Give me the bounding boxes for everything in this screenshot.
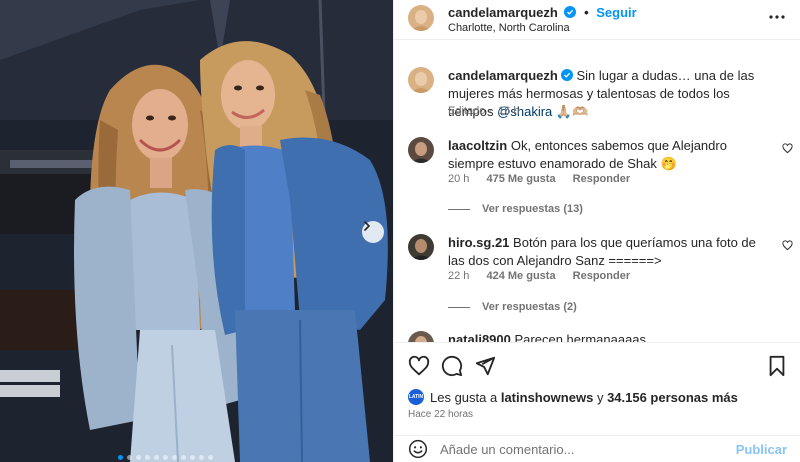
commenter-username[interactable]: hiro.sg.21	[448, 235, 509, 250]
view-replies-button[interactable]: Ver respuestas (2)	[448, 301, 577, 313]
comment-text: Parecen hermanaaaas	[514, 332, 647, 342]
like-comment-heart-icon[interactable]	[782, 143, 793, 154]
follow-button[interactable]: Seguir	[596, 5, 636, 20]
carousel-dot	[145, 455, 150, 460]
carousel-dot	[181, 455, 186, 460]
emoji-icon[interactable]	[408, 439, 428, 459]
publish-button[interactable]: Publicar	[736, 442, 787, 457]
dot-separator: ·	[485, 105, 496, 117]
chevron-right-icon	[364, 221, 371, 231]
author-avatar[interactable]	[408, 67, 434, 93]
comment-icon[interactable]	[441, 355, 463, 377]
share-icon[interactable]	[474, 355, 496, 377]
carousel-dots	[118, 455, 213, 460]
post-photo[interactable]	[0, 0, 393, 462]
commenter-username[interactable]: laacoltzin	[448, 138, 507, 153]
carousel-dot	[118, 455, 123, 460]
caption-emoji: 🙏🏼🫶🏼	[555, 104, 589, 119]
author-avatar[interactable]	[408, 5, 434, 31]
verified-icon	[560, 69, 573, 81]
post-panel: candelamarquezh • Seguir Charlotte, Nort…	[393, 0, 800, 462]
likes-count[interactable]: 34.156 personas más	[607, 390, 738, 405]
next-photo-button[interactable]	[362, 221, 384, 243]
caption-time[interactable]: 16 h	[498, 105, 519, 117]
author-username[interactable]: candelamarquezh	[448, 5, 558, 20]
reply-button[interactable]: Responder	[573, 270, 630, 282]
view-replies-button[interactable]: Ver respuestas (13)	[448, 203, 583, 215]
bookmark-icon[interactable]	[766, 355, 788, 377]
likes-summary[interactable]: LATIN Les gusta a latinshownews y 34.156…	[408, 389, 738, 405]
more-options-icon[interactable]	[768, 10, 786, 24]
carousel-dot	[190, 455, 195, 460]
post-time[interactable]: Hace 22 horas	[408, 409, 473, 420]
comment-time[interactable]: 22 h	[448, 270, 469, 282]
carousel-dot	[136, 455, 141, 460]
commenter-avatar[interactable]	[408, 234, 434, 260]
carousel-dot	[154, 455, 159, 460]
verified-icon	[564, 6, 577, 18]
commenter-avatar[interactable]	[408, 331, 434, 342]
comment-likes[interactable]: 475 Me gusta	[486, 173, 555, 185]
carousel-dot	[127, 455, 132, 460]
like-comment-heart-icon[interactable]	[782, 240, 793, 251]
commenter-username[interactable]: natali8900	[448, 332, 511, 342]
location[interactable]: Charlotte, North Carolina	[448, 22, 570, 34]
commenter-avatar[interactable]	[408, 137, 434, 163]
add-comment-bar: Publicar	[394, 435, 800, 462]
comment-time[interactable]: 20 h	[448, 173, 469, 185]
heart-icon[interactable]	[408, 355, 430, 377]
liker-avatar[interactable]: LATIN	[408, 389, 424, 405]
carousel-dot	[199, 455, 204, 460]
comment-input[interactable]	[440, 438, 740, 460]
caption-username[interactable]: candelamarquezh	[448, 68, 558, 83]
liker-username[interactable]: latinshownews	[501, 390, 593, 405]
edited-label: Editado	[448, 105, 486, 117]
separator: •	[584, 5, 589, 20]
likes-prefix: Les gusta a	[430, 389, 498, 405]
post-header: candelamarquezh • Seguir Charlotte, Nort…	[394, 0, 800, 40]
comment-likes[interactable]: 424 Me gusta	[486, 270, 555, 282]
post-actions: LATIN Les gusta a latinshownews y 34.156…	[394, 342, 800, 462]
carousel-dot	[208, 455, 213, 460]
carousel-dot	[163, 455, 168, 460]
carousel-dot	[172, 455, 177, 460]
likes-connector: y	[596, 389, 604, 405]
reply-button[interactable]: Responder	[573, 173, 630, 185]
comments-list[interactable]: candelamarquezh Sin lugar a dudas… una d…	[394, 40, 800, 342]
photo-illustration	[0, 0, 393, 462]
